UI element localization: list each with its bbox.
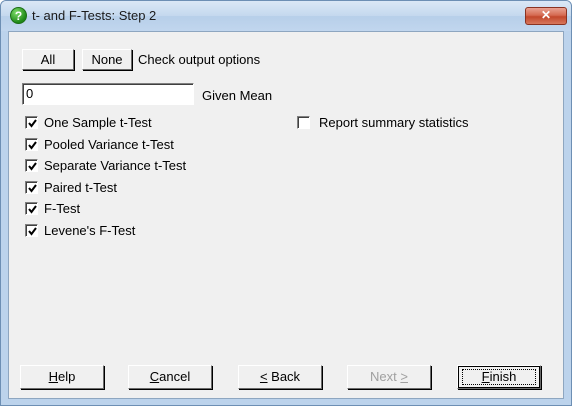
checkmark-icon <box>28 162 37 171</box>
test-option[interactable]: Levene's F-Test <box>25 222 225 240</box>
given-mean-label: Given Mean <box>202 88 273 103</box>
help-label-rest: elp <box>58 369 76 384</box>
checkmark-icon <box>28 205 37 214</box>
all-button-label: All <box>40 52 56 67</box>
given-mean-input[interactable]: 0 <box>22 83 194 105</box>
one-sample-t-test-checkbox[interactable] <box>25 116 38 129</box>
dialog-client-area: All None Check output options 0 Given Me… <box>8 31 564 399</box>
test-option[interactable]: One Sample t-Test <box>25 114 225 132</box>
next-label-prefix: Next <box>370 369 401 384</box>
checkmark-icon <box>28 227 37 236</box>
cancel-button[interactable]: Cancel <box>128 365 212 389</box>
checkmark-icon <box>28 184 37 193</box>
report-summary-label: Report summary statistics <box>319 115 469 130</box>
next-button[interactable]: Next > <box>347 365 431 389</box>
focus-ring <box>462 369 536 385</box>
pooled-variance-t-test-checkbox[interactable] <box>25 138 38 151</box>
close-button[interactable]: ✕ <box>525 7 567 25</box>
report-summary-checkbox[interactable] <box>297 116 310 129</box>
next-mnemonic: > <box>400 369 408 384</box>
test-option[interactable]: F-Test <box>25 200 225 218</box>
test-option[interactable]: Pooled Variance t-Test <box>25 136 225 154</box>
output-options-caption: Check output options <box>138 52 261 67</box>
pooled-variance-t-test-label: Pooled Variance t-Test <box>44 137 174 152</box>
f-test-label: F-Test <box>44 201 81 216</box>
cancel-label-rest: ancel <box>159 369 191 384</box>
checkmark-icon <box>28 119 37 128</box>
separate-variance-t-test-label: Separate Variance t-Test <box>44 158 187 173</box>
back-label-rest: Back <box>267 369 301 384</box>
separate-variance-t-test-checkbox[interactable] <box>25 159 38 172</box>
help-mnemonic: H <box>48 369 59 384</box>
one-sample-t-test-label: One Sample t-Test <box>44 115 152 130</box>
none-button-label: None <box>91 52 123 67</box>
all-button[interactable]: All <box>22 49 74 70</box>
f-test-checkbox[interactable] <box>25 202 38 215</box>
window-title: t- and F-Tests: Step 2 <box>32 8 157 23</box>
help-question-icon: ? <box>10 7 27 24</box>
help-button[interactable]: Help <box>20 365 104 389</box>
finish-button[interactable]: Finish <box>457 365 541 389</box>
given-mean-value: 0 <box>26 86 34 101</box>
levenes-f-test-label: Levene's F-Test <box>44 223 136 238</box>
dialog-window: ? t- and F-Tests: Step 2 ✕ All None Chec… <box>0 0 572 406</box>
none-button[interactable]: None <box>82 49 132 70</box>
report-summary-option[interactable]: Report summary statistics <box>297 114 497 132</box>
back-button[interactable]: < Back <box>238 365 322 389</box>
test-option[interactable]: Separate Variance t-Test <box>25 157 225 175</box>
paired-t-test-label: Paired t-Test <box>44 180 117 195</box>
title-bar[interactable]: ? t- and F-Tests: Step 2 ✕ <box>1 1 571 31</box>
levenes-f-test-checkbox[interactable] <box>25 224 38 237</box>
back-mnemonic: < <box>259 369 268 384</box>
paired-t-test-checkbox[interactable] <box>25 181 38 194</box>
cancel-mnemonic: C <box>149 369 160 384</box>
close-icon: ✕ <box>540 8 552 22</box>
checkmark-icon <box>28 141 37 150</box>
test-option[interactable]: Paired t-Test <box>25 179 225 197</box>
